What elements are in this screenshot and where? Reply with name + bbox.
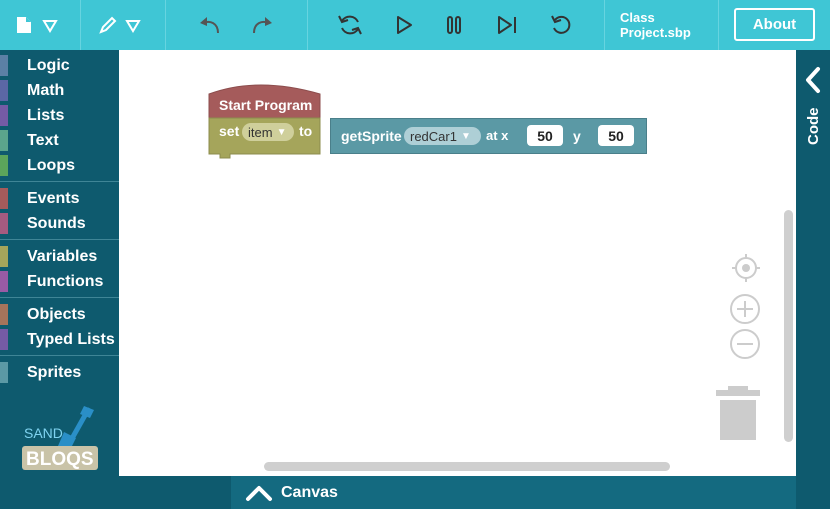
category-label: Math — [27, 81, 65, 99]
category-color-swatch — [0, 213, 8, 234]
category-separator — [0, 239, 119, 240]
category-label: Events — [27, 189, 80, 207]
sandbloqs-logo: SAND BLOQS — [22, 406, 98, 470]
category-text[interactable]: Text — [0, 128, 119, 153]
start-program-block-shape[interactable] — [208, 80, 322, 160]
reload-button[interactable] — [330, 0, 370, 50]
category-sounds[interactable]: Sounds — [0, 211, 119, 236]
redo-icon — [253, 17, 272, 34]
x-value-field[interactable]: 50 — [527, 125, 563, 146]
category-label: Sounds — [27, 214, 86, 232]
edit-menu-button[interactable] — [81, 0, 165, 50]
toolbar-divider — [307, 0, 308, 50]
chevron-down-icon — [42, 20, 58, 33]
dropdown-arrow-icon: ▼ — [460, 130, 471, 142]
category-logic[interactable]: Logic — [0, 53, 119, 78]
category-sprites[interactable]: Sprites — [0, 360, 119, 385]
start-program-label: Start Program — [219, 97, 313, 113]
chevron-left-icon — [806, 67, 820, 93]
category-color-swatch — [0, 362, 8, 383]
step-icon — [498, 16, 516, 34]
chevron-down-icon — [125, 20, 141, 33]
category-label: Lists — [27, 106, 65, 124]
category-sidebar: Logic Math Lists Text Loops Events Sound… — [0, 50, 119, 476]
category-functions[interactable]: Functions — [0, 269, 119, 294]
step-button[interactable] — [487, 0, 527, 50]
chevron-up-icon — [246, 485, 272, 501]
zoom-out-icon[interactable] — [729, 328, 761, 360]
redo-button[interactable] — [242, 0, 282, 50]
canvas-label: Canvas — [281, 483, 338, 501]
category-label: Functions — [27, 272, 104, 290]
category-label: Objects — [27, 305, 86, 323]
category-color-swatch — [0, 80, 8, 101]
category-color-swatch — [0, 155, 8, 176]
category-color-swatch — [0, 188, 8, 209]
about-button[interactable]: About — [734, 8, 815, 41]
category-label: Loops — [27, 156, 75, 174]
category-math[interactable]: Math — [0, 78, 119, 103]
reset-button[interactable] — [541, 0, 581, 50]
undo-icon — [200, 17, 219, 34]
variable-dropdown[interactable]: item ▼ — [242, 123, 294, 141]
category-label: Text — [27, 131, 59, 149]
category-color-swatch — [0, 130, 8, 151]
category-variables[interactable]: Variables — [0, 244, 119, 269]
code-panel-label: Code — [805, 107, 822, 146]
horizontal-scrollbar[interactable] — [264, 462, 670, 471]
sprite-dropdown[interactable]: redCar1 ▼ — [404, 127, 481, 145]
pause-button[interactable] — [434, 0, 474, 50]
toolbar: Class Project.sbp About — [0, 0, 830, 50]
at-x-label: at x — [486, 128, 509, 143]
svg-text:SAND: SAND — [24, 425, 63, 441]
category-color-swatch — [0, 329, 8, 350]
category-color-swatch — [0, 271, 8, 292]
y-label: y — [573, 128, 581, 144]
category-lists[interactable]: Lists — [0, 103, 119, 128]
svg-text:BLOQS: BLOQS — [26, 449, 94, 470]
toolbar-divider — [604, 0, 605, 50]
toolbar-divider — [165, 0, 166, 50]
recenter-icon[interactable] — [731, 253, 761, 283]
category-loops[interactable]: Loops — [0, 153, 119, 178]
set-label: set — [219, 123, 240, 139]
category-color-swatch — [0, 304, 8, 325]
category-events[interactable]: Events — [0, 186, 119, 211]
file-menu-button[interactable] — [0, 0, 80, 50]
canvas-toggle[interactable]: Canvas — [231, 476, 796, 509]
sprite-name: redCar1 — [410, 128, 457, 144]
file-icon — [17, 17, 31, 33]
zoom-in-icon[interactable] — [729, 293, 761, 325]
category-color-swatch — [0, 246, 8, 267]
variable-name: item — [248, 124, 273, 140]
category-label: Logic — [27, 56, 70, 74]
category-typed-lists[interactable]: Typed Lists — [0, 327, 119, 352]
blocks-workspace[interactable]: Start Program set item ▼ to getSprite re… — [119, 50, 796, 476]
category-separator — [0, 297, 119, 298]
play-button[interactable] — [384, 0, 424, 50]
category-label: Variables — [27, 247, 98, 265]
vertical-scrollbar[interactable] — [784, 210, 793, 442]
reset-icon — [551, 15, 571, 34]
to-label: to — [299, 123, 313, 139]
pause-icon — [447, 16, 461, 34]
get-sprite-label: getSprite — [341, 128, 402, 144]
play-icon — [397, 16, 412, 34]
category-separator — [0, 181, 119, 182]
dropdown-arrow-icon: ▼ — [276, 126, 287, 138]
trash-icon[interactable] — [716, 386, 760, 442]
category-color-swatch — [0, 105, 8, 126]
project-name: Class Project.sbp — [620, 10, 691, 40]
toolbar-divider — [718, 0, 719, 50]
reload-icon — [338, 15, 362, 35]
category-objects[interactable]: Objects — [0, 302, 119, 327]
undo-button[interactable] — [190, 0, 230, 50]
category-separator — [0, 355, 119, 356]
category-label: Sprites — [27, 363, 82, 381]
category-label: Typed Lists — [27, 330, 115, 348]
y-value-field[interactable]: 50 — [598, 125, 634, 146]
pencil-icon — [99, 16, 117, 34]
category-color-swatch — [0, 55, 8, 76]
